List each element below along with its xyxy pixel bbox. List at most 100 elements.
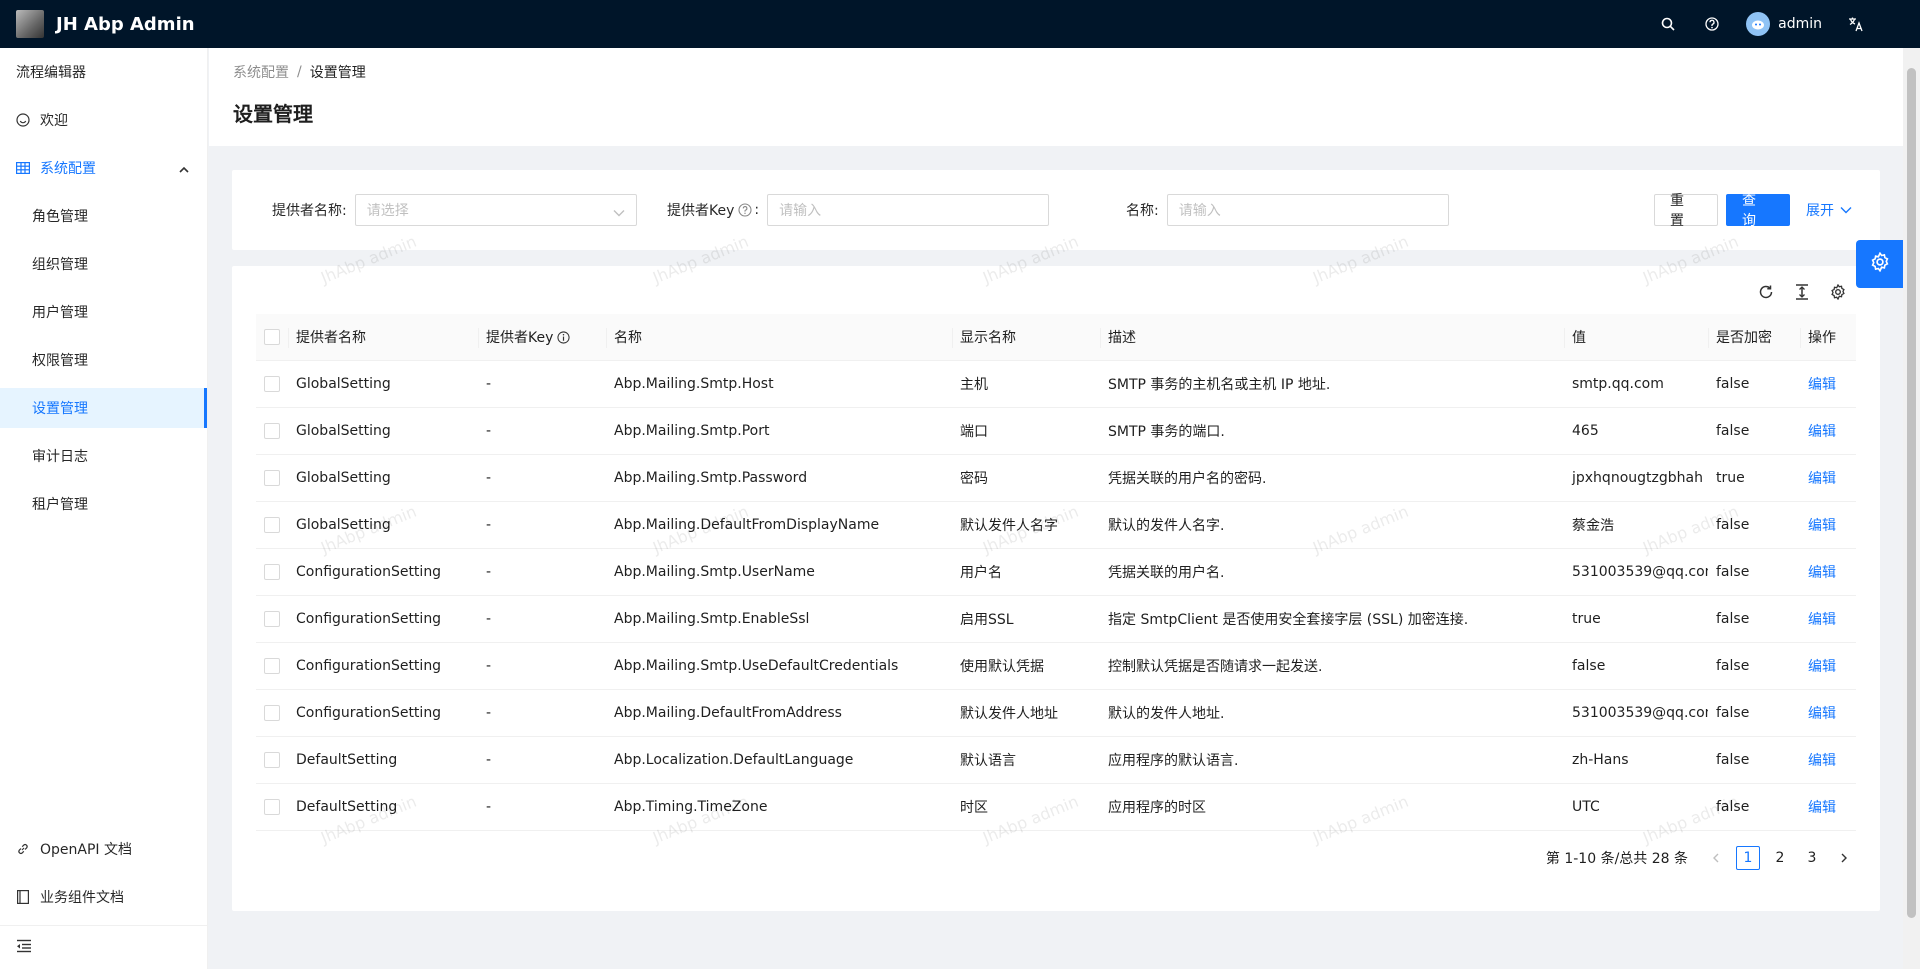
cell-encrypted: false bbox=[1716, 423, 1750, 439]
row-checkbox[interactable] bbox=[264, 470, 280, 486]
table-toolbar bbox=[1748, 280, 1856, 304]
cell-display: 默认发件人地址 bbox=[960, 706, 1058, 722]
sidebar-item-users[interactable]: 用户管理 bbox=[0, 292, 207, 332]
scrollbar-thumb[interactable] bbox=[1907, 68, 1916, 918]
cell-desc: 指定 SmtpClient 是否使用安全套接字层 (SSL) 加密连接. bbox=[1108, 612, 1469, 628]
row-checkbox[interactable] bbox=[264, 564, 280, 580]
page-button[interactable]: 2 bbox=[1768, 846, 1792, 870]
sidebar-item-organizations[interactable]: 组织管理 bbox=[0, 244, 207, 284]
edit-link[interactable]: 编辑 bbox=[1808, 656, 1836, 676]
page-title: 设置管理 bbox=[233, 102, 313, 126]
expand-label: 展开 bbox=[1806, 203, 1834, 219]
edit-link[interactable]: 编辑 bbox=[1808, 609, 1836, 629]
info-circle-icon[interactable] bbox=[557, 330, 570, 344]
cell-name: Abp.Mailing.Smtp.UseDefaultCredentials bbox=[614, 658, 899, 674]
sidebar-item-tenants[interactable]: 租户管理 bbox=[0, 484, 207, 524]
cell-key: - bbox=[486, 799, 492, 815]
edit-link[interactable]: 编辑 bbox=[1808, 750, 1836, 770]
cell-name: Abp.Mailing.Smtp.Password bbox=[614, 470, 808, 486]
row-checkbox[interactable] bbox=[264, 705, 280, 721]
cell-key: - bbox=[486, 470, 492, 486]
sidebar-item-openapi-docs[interactable]: OpenAPI 文档 bbox=[0, 829, 207, 869]
cell-value: jpxhqnougtzgbhah bbox=[1572, 470, 1703, 486]
question-icon[interactable] bbox=[1690, 0, 1734, 48]
cell-encrypted: false bbox=[1716, 517, 1750, 533]
sidebar-item-label: 系统配置 bbox=[40, 161, 96, 177]
sidebar-item-system-config[interactable]: 系统配置 bbox=[0, 148, 207, 188]
name-field: 名称: 请输入 bbox=[1126, 194, 1449, 226]
page-button[interactable]: 1 bbox=[1736, 846, 1760, 870]
sidebar: 流程编辑器 欢迎 系统配置 角色管理 组织管理 用户管理 权限管理 设置管理 审… bbox=[0, 48, 208, 969]
action-cell: 编辑 bbox=[1800, 784, 1856, 830]
collapse-sidebar-button[interactable] bbox=[0, 925, 207, 969]
edit-link[interactable]: 编辑 bbox=[1808, 515, 1836, 535]
sidebar-item-label: 角色管理 bbox=[32, 209, 88, 225]
edit-link[interactable]: 编辑 bbox=[1808, 797, 1836, 817]
header-checkbox-cell bbox=[256, 314, 288, 360]
query-button[interactable]: 查 询 bbox=[1726, 193, 1790, 229]
row-checkbox-cell bbox=[256, 690, 288, 736]
row-checkbox[interactable] bbox=[264, 517, 280, 533]
sidebar-item-roles[interactable]: 角色管理 bbox=[0, 196, 207, 236]
cell-encrypted: false bbox=[1716, 799, 1750, 815]
sidebar-item-welcome[interactable]: 欢迎 bbox=[0, 100, 207, 140]
next-page-button[interactable] bbox=[1832, 846, 1856, 870]
cell-desc: 应用程序的默认语言. bbox=[1108, 753, 1239, 769]
edit-link[interactable]: 编辑 bbox=[1808, 468, 1836, 488]
column-header: 是否加密 bbox=[1708, 314, 1800, 360]
reset-button[interactable]: 重 置 bbox=[1654, 193, 1718, 229]
search-icon[interactable] bbox=[1646, 0, 1690, 48]
column-height-icon[interactable] bbox=[1784, 280, 1820, 304]
user-menu[interactable]: admin bbox=[1734, 0, 1834, 48]
name-input[interactable]: 请输入 bbox=[1166, 194, 1449, 226]
edit-link[interactable]: 编辑 bbox=[1808, 562, 1836, 582]
table-row: GlobalSetting - Abp.Mailing.Smtp.Host 主机 SMT… bbox=[256, 361, 1856, 408]
breadcrumb-parent[interactable]: 系统配置 bbox=[233, 62, 289, 82]
provider-key-input[interactable]: 请输入 bbox=[767, 194, 1050, 226]
row-checkbox-cell bbox=[256, 643, 288, 689]
edit-link[interactable]: 编辑 bbox=[1808, 421, 1836, 441]
cell-value: UTC bbox=[1572, 799, 1600, 815]
page-button[interactable]: 3 bbox=[1800, 846, 1824, 870]
sidebar-item-settings[interactable]: 设置管理 bbox=[0, 388, 207, 428]
row-checkbox[interactable] bbox=[264, 658, 280, 674]
chevron-down-icon bbox=[1840, 206, 1852, 214]
cell-name: Abp.Mailing.DefaultFromDisplayName bbox=[614, 517, 880, 533]
edit-link[interactable]: 编辑 bbox=[1808, 374, 1836, 394]
settings-drawer-button[interactable] bbox=[1856, 240, 1904, 288]
cell-encrypted: false bbox=[1716, 376, 1750, 392]
sidebar-item-audit-logs[interactable]: 审计日志 bbox=[0, 436, 207, 476]
setting-icon[interactable] bbox=[1820, 280, 1856, 304]
action-cell: 编辑 bbox=[1800, 455, 1856, 501]
sidebar-item-flow-editor[interactable]: 流程编辑器 bbox=[0, 52, 207, 92]
translate-icon[interactable] bbox=[1834, 0, 1878, 48]
expand-button[interactable]: 展开 bbox=[1806, 194, 1852, 226]
row-checkbox[interactable] bbox=[264, 752, 280, 768]
reload-icon[interactable] bbox=[1748, 280, 1784, 304]
action-cell: 编辑 bbox=[1800, 408, 1856, 454]
logo-image bbox=[16, 10, 44, 38]
row-checkbox[interactable] bbox=[264, 611, 280, 627]
row-checkbox[interactable] bbox=[264, 799, 280, 815]
cell-name: Abp.Mailing.Smtp.Port bbox=[614, 423, 770, 439]
edit-link[interactable]: 编辑 bbox=[1808, 703, 1836, 723]
table-row: DefaultSetting - Abp.Timing.TimeZone 时区 应用程序… bbox=[256, 784, 1856, 831]
row-checkbox[interactable] bbox=[264, 423, 280, 439]
provider-name-select[interactable]: 请选择 bbox=[354, 194, 637, 226]
cell-value: zh-Hans bbox=[1572, 752, 1629, 768]
settings-table: 提供者名称 提供者Key 名称 显示名称 描述 值 是否加密 操作 Global… bbox=[256, 314, 1856, 831]
sidebar-item-permissions[interactable]: 权限管理 bbox=[0, 340, 207, 380]
sidebar-item-component-docs[interactable]: 业务组件文档 bbox=[0, 877, 207, 917]
prev-page-button[interactable] bbox=[1704, 846, 1728, 870]
row-checkbox[interactable] bbox=[264, 376, 280, 392]
page-scrollbar[interactable] bbox=[1903, 48, 1920, 969]
logo[interactable]: JH Abp Admin bbox=[0, 0, 195, 48]
info-circle-icon[interactable] bbox=[738, 203, 752, 217]
cell-display: 默认语言 bbox=[960, 753, 1016, 769]
cell-key: - bbox=[486, 564, 492, 580]
cell-provider: ConfigurationSetting bbox=[296, 564, 442, 580]
sidebar-item-label: 审计日志 bbox=[32, 449, 88, 465]
action-cell: 编辑 bbox=[1800, 502, 1856, 548]
app-title: JH Abp Admin bbox=[56, 13, 195, 35]
select-all-checkbox[interactable] bbox=[264, 329, 280, 345]
